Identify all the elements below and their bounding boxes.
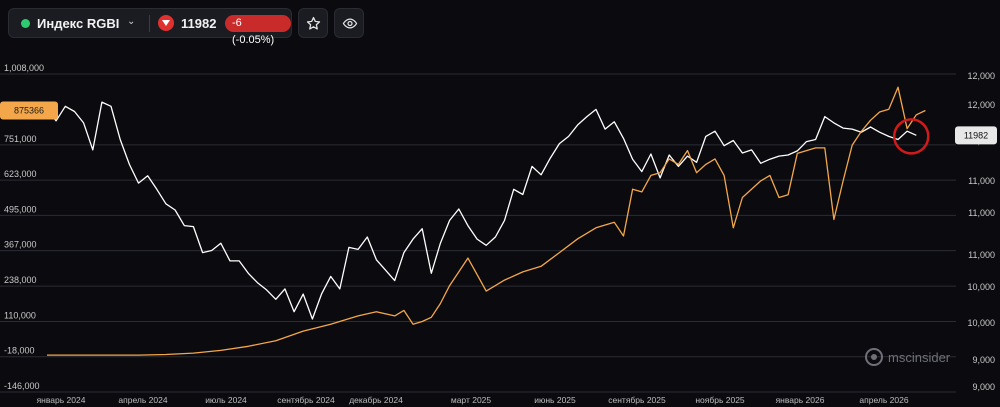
divider <box>149 15 150 32</box>
right-value-label: 11982 <box>964 130 988 140</box>
left-tick-label: 495,000 <box>4 204 37 214</box>
eye-icon <box>342 18 358 29</box>
right-tick-label: 12,000 <box>967 100 995 110</box>
highlight-circle <box>893 118 930 155</box>
left-tick-label: 623,000 <box>4 169 37 179</box>
right-tick-label: 11,000 <box>968 250 995 260</box>
last-price: 11982 <box>181 16 217 31</box>
right-tick-label: 12,000 <box>967 71 995 81</box>
right-tick-label: 10,000 <box>967 318 995 328</box>
x-tick-label: ноябрь 2025 <box>695 395 745 405</box>
left-tick-label: 367,000 <box>4 240 37 250</box>
grid <box>0 73 956 393</box>
toolbar: Индекс RGBI ⌄ 11982 -6 (-0.05%) <box>0 0 1000 46</box>
right-tick-label: 9,000 <box>972 382 995 392</box>
x-tick-label: сентябрь 2024 <box>277 395 335 405</box>
ticker-selector[interactable]: Индекс RGBI ⌄ 11982 -6 (-0.05%) <box>8 8 292 46</box>
x-tick-label: январь 2026 <box>776 395 825 405</box>
series-layer <box>46 86 926 356</box>
watermark-text: mscinsider <box>888 350 951 365</box>
x-axis: январь 2024 апрель 2024 июль 2024 сентябрь … <box>37 395 909 405</box>
right-tick-label: 9,000 <box>972 355 995 365</box>
right-tick-label: 10,000 <box>967 282 995 292</box>
x-tick-label: январь 2024 <box>37 395 86 405</box>
x-tick-label: декабрь 2024 <box>349 395 403 405</box>
chevron-down-icon[interactable]: ⌄ <box>127 16 135 27</box>
series-line-orange <box>47 86 926 356</box>
left-value-label: 875366 <box>14 106 44 116</box>
ticker-name: Индекс RGBI <box>37 16 120 31</box>
right-tick-label: 11,000 <box>968 176 995 186</box>
change-badge: -6 (-0.05%) <box>225 15 291 46</box>
price-chart[interactable]: 1,008,000 751,000 623,000 495,000 367,000 238… <box>0 46 1000 407</box>
status-dot-icon <box>21 19 30 28</box>
visibility-button[interactable] <box>334 8 364 38</box>
watermark-logo-dot <box>871 354 877 360</box>
favorite-button[interactable] <box>298 8 328 38</box>
x-tick-label: июль 2024 <box>205 395 247 405</box>
x-tick-label: март 2025 <box>451 395 492 405</box>
x-tick-label: апрель 2024 <box>118 395 167 405</box>
right-axis: 12,00012,00012,00011,00011,00011,00010,0… <box>967 71 995 392</box>
x-tick-label: апрель 2026 <box>859 395 908 405</box>
left-tick-label: -18,000 <box>4 346 35 356</box>
x-tick-label: июнь 2025 <box>534 395 576 405</box>
arrow-down-icon <box>158 15 174 31</box>
x-tick-label: сентябрь 2025 <box>608 395 666 405</box>
left-tick-label: 110,000 <box>4 310 36 320</box>
right-tick-label: 11,000 <box>968 208 995 218</box>
price-markers: 875366 11982 <box>0 101 997 155</box>
left-tick-label: -146,000 <box>4 381 40 391</box>
left-tick-label: 1,008,000 <box>4 63 44 73</box>
left-tick-label: 751,000 <box>4 134 37 144</box>
left-tick-label: 238,000 <box>4 275 37 285</box>
star-icon <box>306 16 321 30</box>
